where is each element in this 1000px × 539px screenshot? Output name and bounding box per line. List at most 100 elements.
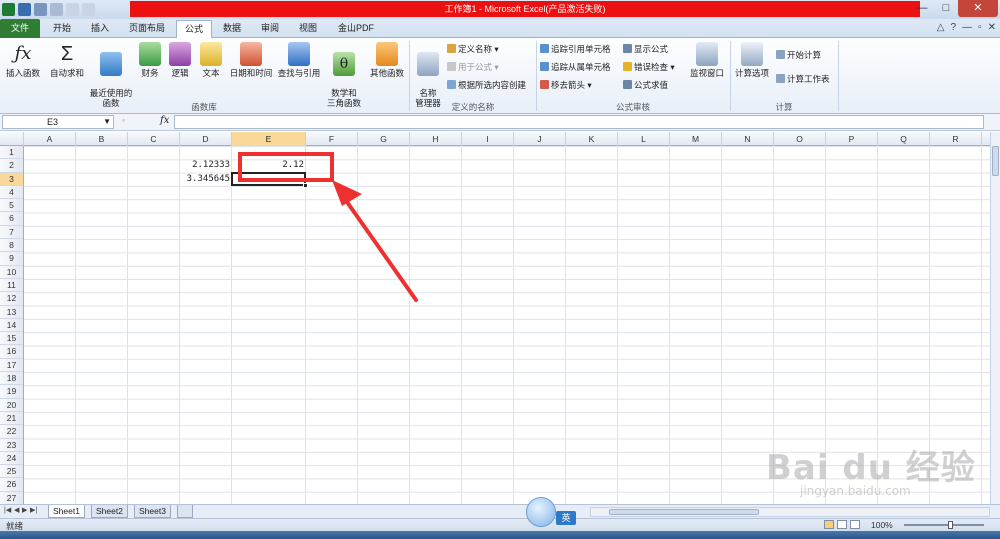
- first-sheet-icon[interactable]: |◀: [4, 506, 11, 514]
- tab-kingsoft-pdf[interactable]: 金山PDF: [328, 20, 384, 38]
- column-header-d[interactable]: D: [180, 132, 232, 146]
- row-header-7[interactable]: 7: [0, 226, 23, 240]
- workbook-restore-icon[interactable]: ▫: [978, 22, 982, 33]
- ime-indicator[interactable]: 英: [526, 497, 582, 527]
- row-header-2[interactable]: 2: [0, 159, 23, 173]
- insert-function-icon[interactable]: fx: [160, 115, 169, 126]
- sheet-tab-sheet3[interactable]: Sheet3: [134, 505, 171, 518]
- cell-d3[interactable]: 3.345645: [180, 173, 232, 186]
- column-header-a[interactable]: A: [24, 132, 76, 146]
- text-button[interactable]: 文本: [196, 42, 226, 78]
- row-header-11[interactable]: 11: [0, 279, 23, 293]
- undo-icon[interactable]: [34, 3, 47, 16]
- row-header-15[interactable]: 15: [0, 332, 23, 346]
- define-name-button[interactable]: 定义名称 ▾: [447, 44, 499, 55]
- tab-view[interactable]: 视图: [290, 20, 326, 38]
- more-functions-button[interactable]: 其他函数: [366, 42, 408, 78]
- column-header-i[interactable]: I: [462, 132, 514, 146]
- row-header-22[interactable]: 22: [0, 425, 23, 439]
- next-sheet-icon[interactable]: ▶: [22, 506, 27, 514]
- row-header-3[interactable]: 3: [0, 172, 23, 186]
- name-manager-button[interactable]: 名称 管理器: [412, 42, 444, 108]
- row-header-19[interactable]: 19: [0, 385, 23, 399]
- financial-button[interactable]: 财务: [136, 42, 164, 78]
- tab-data[interactable]: 数据: [214, 20, 250, 38]
- tab-page-layout[interactable]: 页面布局: [120, 20, 174, 38]
- horizontal-scrollbar[interactable]: [590, 507, 990, 517]
- column-header-q[interactable]: Q: [878, 132, 930, 146]
- row-header-4[interactable]: 4: [0, 186, 23, 200]
- row-header-17[interactable]: 17: [0, 359, 23, 373]
- remove-arrows-button[interactable]: 移去箭头 ▾: [540, 80, 592, 91]
- cell-d2[interactable]: 2.12333: [180, 159, 232, 172]
- trace-precedents-button[interactable]: 追踪引用单元格: [540, 44, 611, 55]
- column-header-e[interactable]: E: [232, 132, 306, 146]
- close-button[interactable]: ✕: [958, 0, 998, 17]
- tab-formulas[interactable]: 公式: [176, 20, 212, 39]
- zoom-slider-knob[interactable]: [948, 521, 953, 529]
- column-header-l[interactable]: L: [618, 132, 670, 146]
- logical-button[interactable]: 逻辑: [166, 42, 194, 78]
- scroll-thumb[interactable]: [992, 146, 999, 176]
- new-file-icon[interactable]: [66, 3, 79, 16]
- fill-handle[interactable]: [303, 182, 308, 188]
- row-header-23[interactable]: 23: [0, 439, 23, 452]
- last-sheet-icon[interactable]: ▶|: [30, 506, 37, 514]
- math-trig-button[interactable]: θ 数学和 三角函数: [324, 42, 364, 108]
- column-header-h[interactable]: H: [410, 132, 462, 146]
- calc-options-button[interactable]: 计算选项: [733, 42, 771, 78]
- save-icon[interactable]: [18, 3, 31, 16]
- redo-icon[interactable]: [50, 3, 63, 16]
- tab-review[interactable]: 审阅: [252, 20, 288, 38]
- row-header-21[interactable]: 21: [0, 412, 23, 426]
- column-header-o[interactable]: O: [774, 132, 826, 146]
- workbook-minimize-icon[interactable]: —: [962, 22, 972, 33]
- tab-insert[interactable]: 插入: [82, 20, 118, 38]
- create-from-selection-button[interactable]: 根据所选内容创建: [447, 80, 526, 91]
- select-all-corner[interactable]: [0, 132, 24, 146]
- watch-window-button[interactable]: 监视窗口: [686, 42, 728, 78]
- row-header-16[interactable]: 16: [0, 345, 23, 359]
- datetime-button[interactable]: 日期和时间: [228, 42, 274, 78]
- workbook-close-icon[interactable]: ✕: [988, 22, 996, 33]
- minimize-ribbon-icon[interactable]: △: [937, 22, 945, 33]
- column-header-g[interactable]: G: [358, 132, 410, 146]
- column-header-p[interactable]: P: [826, 132, 878, 146]
- prev-sheet-icon[interactable]: ◀: [14, 506, 19, 514]
- print-preview-icon[interactable]: [82, 3, 95, 16]
- evaluate-formula-button[interactable]: 公式求值: [623, 80, 668, 91]
- zoom-level[interactable]: 100%: [871, 520, 893, 530]
- scroll-thumb[interactable]: [609, 509, 759, 515]
- page-break-view-icon[interactable]: [850, 520, 860, 529]
- row-header-6[interactable]: 6: [0, 212, 23, 226]
- row-header-27[interactable]: 27: [0, 492, 23, 504]
- recent-functions-button[interactable]: 最近使用的 函数: [88, 42, 134, 108]
- column-header-m[interactable]: M: [670, 132, 722, 146]
- maximize-button[interactable]: □: [934, 0, 958, 17]
- tab-home[interactable]: 开始: [44, 20, 80, 38]
- normal-view-icon[interactable]: [824, 520, 834, 529]
- calculate-now-button[interactable]: 开始计算: [776, 50, 821, 61]
- use-in-formula-button[interactable]: 用于公式 ▾: [447, 62, 499, 73]
- zoom-slider[interactable]: [904, 521, 984, 529]
- column-header-n[interactable]: N: [722, 132, 774, 146]
- chevron-down-icon[interactable]: ▼: [103, 116, 111, 128]
- row-header-10[interactable]: 10: [0, 266, 23, 279]
- column-header-c[interactable]: C: [128, 132, 180, 146]
- lookup-button[interactable]: 查找与引用: [276, 42, 322, 78]
- show-formulas-button[interactable]: 显示公式: [623, 44, 668, 55]
- name-box[interactable]: E3 ▼: [2, 115, 114, 129]
- sheet-tab-sheet2[interactable]: Sheet2: [91, 505, 128, 518]
- help-icon[interactable]: ?: [951, 22, 957, 33]
- page-layout-view-icon[interactable]: [837, 520, 847, 529]
- row-header-20[interactable]: 20: [0, 399, 23, 412]
- row-header-18[interactable]: 18: [0, 372, 23, 386]
- vertical-scrollbar[interactable]: [990, 132, 1000, 504]
- collapse-icon[interactable]: ◦: [122, 115, 125, 125]
- sheet-tab-sheet1[interactable]: Sheet1: [48, 505, 85, 518]
- trace-dependents-button[interactable]: 追踪从属单元格: [540, 62, 611, 73]
- column-header-f[interactable]: F: [306, 132, 358, 146]
- row-header-1[interactable]: 1: [0, 146, 23, 160]
- tab-file[interactable]: 文件: [0, 19, 40, 38]
- row-header-25[interactable]: 25: [0, 465, 23, 479]
